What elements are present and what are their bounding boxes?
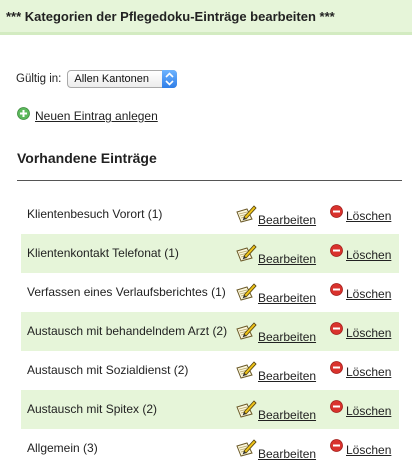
entries-list: Klientenbesuch Vorort (1) Bearbeiten Lösch… (21, 195, 399, 468)
delete-link[interactable]: Löschen (346, 287, 391, 301)
list-item: Allgemein (3) Bearbeiten Löschen (21, 429, 399, 468)
validity-filter: Gültig in: Allen Kantonen (16, 69, 178, 89)
pencil-paper-icon[interactable] (235, 360, 257, 385)
pencil-paper-icon[interactable] (235, 204, 257, 229)
list-item: Verfassen eines Verlaufsberichtes (1) Bea… (21, 273, 399, 312)
list-item: Austausch mit Sozialdienst (2) Bearbeiten… (21, 351, 399, 390)
edit-link[interactable]: Bearbeiten (258, 252, 316, 266)
list-item: Austausch mit Spitex (2) Bearbeiten Lösche… (21, 390, 399, 429)
edit-link[interactable]: Bearbeiten (258, 291, 316, 305)
canton-select-value: Allen Kantonen (74, 73, 150, 85)
delete-link[interactable]: Löschen (346, 365, 391, 379)
add-entry-link[interactable]: Neuen Eintrag anlegen (35, 109, 158, 123)
list-item: Klientenbesuch Vorort (1) Bearbeiten Lösch… (21, 195, 399, 234)
pencil-paper-icon[interactable] (235, 243, 257, 268)
page-title: *** Kategorien der Pflegedoku-Einträge b… (6, 9, 335, 24)
delete-link[interactable]: Löschen (346, 326, 391, 340)
minus-circle-icon[interactable] (330, 400, 343, 418)
validity-label: Gültig in: (16, 73, 62, 85)
pencil-paper-icon[interactable] (235, 321, 257, 346)
canton-select[interactable]: Allen Kantonen (67, 70, 178, 88)
delete-link[interactable]: Löschen (346, 443, 391, 457)
entry-label: Austausch mit Sozialdienst (2) (27, 363, 189, 377)
delete-link[interactable]: Löschen (346, 209, 391, 223)
entry-label: Verfassen eines Verlaufsberichtes (1) (27, 285, 226, 299)
minus-circle-icon[interactable] (330, 205, 343, 223)
entry-label: Austausch mit behandelndem Arzt (2) (27, 324, 228, 338)
pencil-paper-icon[interactable] (235, 438, 257, 463)
entry-label: Klientenkontakt Telefonat (1) (27, 246, 179, 260)
section-title: Vorhandene Einträge (17, 150, 157, 166)
list-item: Austausch mit behandelndem Arzt (2) Bearb… (21, 312, 399, 351)
entry-label: Austausch mit Spitex (2) (27, 402, 158, 416)
edit-link[interactable]: Bearbeiten (258, 330, 316, 344)
page-header: *** Kategorien der Pflegedoku-Einträge b… (0, 0, 412, 35)
list-item: Klientenkontakt Telefonat (1) Bearbeiten L… (21, 234, 399, 273)
edit-link[interactable]: Bearbeiten (258, 213, 316, 227)
edit-link[interactable]: Bearbeiten (258, 408, 316, 422)
minus-circle-icon[interactable] (330, 439, 343, 457)
minus-circle-icon[interactable] (330, 361, 343, 379)
select-arrows-icon (162, 70, 178, 88)
entry-label: Allgemein (3) (27, 441, 98, 455)
add-entry[interactable]: Neuen Eintrag anlegen (17, 104, 158, 123)
delete-link[interactable]: Löschen (346, 404, 391, 418)
add-circle-icon (17, 106, 30, 120)
pencil-paper-icon[interactable] (235, 399, 257, 424)
entry-label: Klientenbesuch Vorort (1) (27, 207, 163, 221)
minus-circle-icon[interactable] (330, 244, 343, 262)
minus-circle-icon[interactable] (330, 283, 343, 301)
edit-link[interactable]: Bearbeiten (258, 447, 316, 461)
edit-link[interactable]: Bearbeiten (258, 369, 316, 383)
pencil-paper-icon[interactable] (235, 282, 257, 307)
section-divider (17, 180, 402, 181)
minus-circle-icon[interactable] (330, 322, 343, 340)
delete-link[interactable]: Löschen (346, 248, 391, 262)
